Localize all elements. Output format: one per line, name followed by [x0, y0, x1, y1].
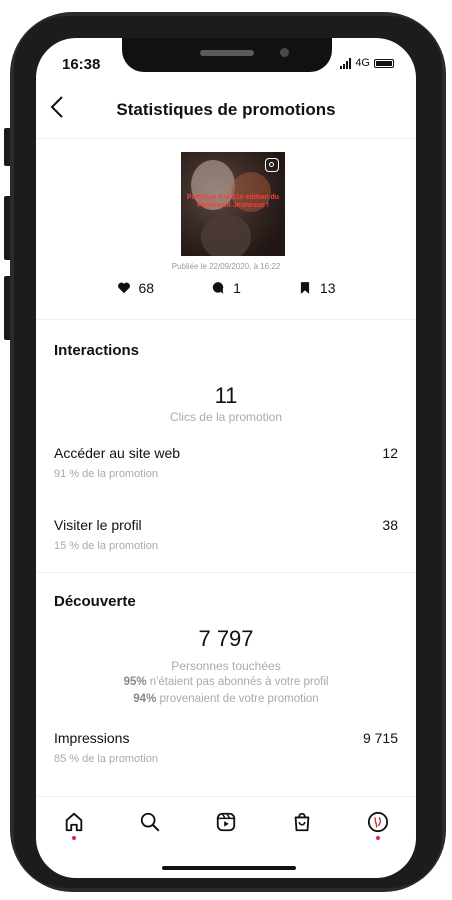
likes-count: 68: [138, 280, 155, 296]
reach-label: Personnes touchées: [171, 659, 281, 673]
saves-stat: 13: [298, 280, 336, 296]
thumb-shape: [201, 214, 251, 256]
reels-icon: [216, 812, 236, 832]
tab-shop[interactable]: [288, 808, 316, 836]
followers-pct: 95%: [123, 676, 147, 688]
row-sub: 91 % de la promotion: [54, 468, 158, 480]
interactions-title: Interactions: [54, 342, 140, 359]
tab-home[interactable]: [60, 808, 88, 840]
shop-icon: [294, 812, 310, 832]
impressions-sub: 85 % de la promotion: [54, 753, 158, 765]
impressions-label: Impressions: [54, 730, 130, 746]
bookmark-icon: [300, 282, 309, 294]
front-camera: [280, 48, 289, 57]
chevron-left-icon[interactable]: [50, 94, 64, 126]
tab-search[interactable]: [136, 808, 164, 836]
profile-icon: [367, 811, 389, 833]
row-label: Accéder au site web: [54, 445, 181, 461]
followers-text: n'étaient pas abonnés à votre profil: [146, 676, 329, 688]
screen: 16:38 4G Statistiques de promotions Part…: [36, 38, 416, 878]
comments-count: 1: [233, 280, 241, 296]
impressions-value: 9 715: [362, 730, 398, 746]
speaker: [200, 50, 254, 56]
promotion-line: 94% provenaient de votre promotion: [36, 693, 416, 705]
comments-stat: 1: [211, 280, 241, 296]
notification-dot: [376, 836, 380, 840]
post-summary: Participe à la 21e édition du Parlement …: [36, 138, 416, 320]
page-title: Statistiques de promotions: [116, 100, 336, 119]
network-label: 4G: [355, 57, 370, 69]
followers-line: 95% n'étaient pas abonnés à votre profil: [36, 676, 416, 688]
clicks-count: 11: [214, 383, 238, 408]
camera-icon: [265, 158, 279, 172]
heart-icon: [117, 282, 130, 294]
saves-count: 13: [319, 280, 336, 296]
row-value: 38: [382, 517, 398, 533]
tab-reels[interactable]: [212, 808, 240, 836]
header: Statistiques de promotions: [36, 90, 416, 130]
notification-dot: [72, 836, 76, 840]
battery-icon: [374, 58, 394, 68]
comment-icon: [212, 282, 224, 294]
signal-icon: [340, 57, 352, 69]
thumbnail-caption: Participe à la 21e édition du Parlement …: [186, 194, 280, 210]
discovery-title: Découverte: [54, 593, 136, 610]
post-stats: 68 1 13: [36, 280, 416, 296]
row-sub: 15 % de la promotion: [54, 540, 158, 552]
promotion-text: provenaient de votre promotion: [156, 693, 319, 705]
promotion-pct: 94%: [133, 693, 157, 705]
status-indicators: 4G: [340, 57, 394, 69]
status-time: 16:38: [62, 56, 101, 73]
tab-bar: [36, 796, 416, 847]
home-icon: [65, 812, 83, 832]
likes-stat: 68: [117, 280, 155, 296]
row-label: Visiter le profil: [54, 517, 142, 533]
tab-profile[interactable]: [364, 808, 392, 840]
reach-count: 7 797: [198, 626, 254, 651]
row-value: 12: [382, 445, 398, 461]
search-icon: [140, 812, 160, 832]
section-divider: [36, 572, 416, 573]
notch: [122, 38, 332, 72]
published-date: Publiée le 22/09/2020, à 16:22: [171, 262, 281, 271]
post-thumbnail[interactable]: Participe à la 21e édition du Parlement …: [181, 152, 285, 256]
home-indicator[interactable]: [162, 866, 296, 870]
clicks-label: Clics de la promotion: [169, 410, 283, 424]
